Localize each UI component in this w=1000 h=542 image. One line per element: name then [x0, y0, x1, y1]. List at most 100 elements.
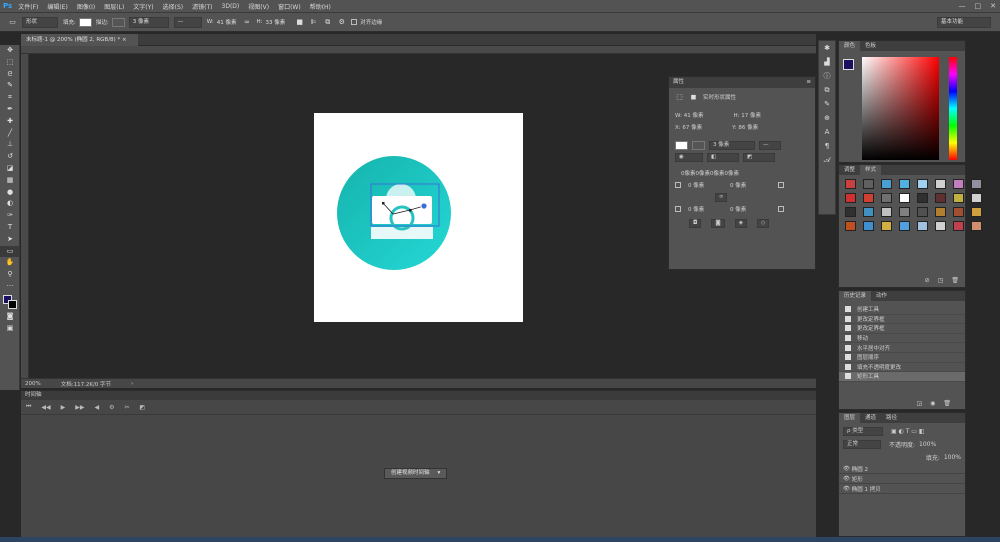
style-swatch[interactable] [935, 221, 946, 231]
next-frame-icon[interactable]: ▶▶ [75, 404, 84, 411]
style-swatch[interactable] [917, 193, 928, 203]
more-tools-icon[interactable]: ··· [0, 281, 20, 293]
trash-icon[interactable]: 🗑 [943, 400, 951, 407]
info-icon[interactable]: ⓘ [819, 69, 835, 83]
status-arrow-icon[interactable]: › [131, 381, 133, 387]
create-video-timeline-button[interactable]: 创建视频时间轴 ▾ [384, 468, 448, 479]
tab-layers[interactable]: 图层 [839, 413, 861, 423]
combine-icon[interactable]: ◘ [689, 218, 702, 228]
style-swatch[interactable] [917, 179, 928, 189]
w-value[interactable]: 41 像素 [217, 18, 237, 26]
hand-icon[interactable]: ✋ [0, 257, 20, 269]
stroke-align-select[interactable]: ◉ [675, 152, 703, 162]
quick-mask-icon[interactable]: ◙ [0, 311, 20, 323]
corner-bottom-left[interactable]: 0 像素 [688, 205, 726, 213]
align-edges-checkbox[interactable] [351, 19, 358, 25]
background-color[interactable] [8, 299, 17, 309]
dodge-icon[interactable]: ◐ [0, 198, 20, 210]
subtract-icon[interactable]: ◙ [711, 218, 725, 228]
style-swatch[interactable] [899, 193, 910, 203]
style-swatch[interactable] [881, 221, 892, 231]
paragraph-icon[interactable]: ¶ [819, 139, 835, 153]
anchor-point[interactable] [420, 202, 428, 210]
style-swatch[interactable] [899, 179, 910, 189]
color-field[interactable] [862, 57, 939, 160]
style-swatch[interactable] [845, 179, 856, 189]
path-arrange-icon[interactable]: ⧉ [323, 18, 332, 27]
link-corners-icon[interactable]: ∞ [715, 192, 727, 202]
style-swatch[interactable] [863, 221, 874, 231]
list-item[interactable]: 填充不透明度更改 [839, 363, 965, 373]
corner-bottom-right[interactable]: 0 像素 [730, 205, 774, 213]
menu-select[interactable]: 选择(S) [163, 2, 184, 11]
eye-icon[interactable]: 👁 [843, 476, 850, 482]
tab-channels[interactable]: 通道 [860, 413, 881, 423]
style-swatch[interactable] [899, 221, 910, 231]
stroke-join-select[interactable]: ◩ [743, 152, 775, 162]
fg-color-chip[interactable] [843, 59, 854, 70]
transition-icon[interactable]: ◩ [140, 404, 146, 411]
lasso-icon[interactable]: ᘓ [0, 69, 20, 81]
style-swatch[interactable] [971, 221, 982, 231]
snapshot-icon[interactable]: ◲ [916, 400, 922, 407]
glyphs-icon[interactable]: 𝒜 [819, 153, 835, 167]
tab-adjustments[interactable]: 调整 [839, 165, 860, 175]
style-swatch[interactable] [971, 207, 982, 217]
tool-preset-icon[interactable]: ▭ [8, 18, 17, 27]
intersect-icon[interactable]: ◈ [734, 218, 747, 228]
style-swatch[interactable] [881, 179, 892, 189]
clone-source-icon[interactable]: ⊕ [819, 111, 835, 125]
style-swatch[interactable] [953, 179, 964, 189]
x-field[interactable]: X: 67 像素 [675, 123, 702, 131]
style-swatch[interactable] [953, 207, 964, 217]
tab-paths[interactable]: 路径 [881, 413, 902, 423]
style-swatch[interactable] [845, 221, 856, 231]
marquee-icon[interactable]: ⬚ [0, 57, 20, 69]
corner-top-left[interactable]: 0 像素 [688, 181, 726, 189]
list-item[interactable]: 更改定界框 [839, 324, 965, 334]
eyedropper-icon[interactable]: ✒ [0, 104, 20, 116]
stroke-width-select[interactable]: 3 像素 [128, 16, 169, 28]
menu-3d[interactable]: 3D(D) [222, 3, 240, 10]
shape-mode-select[interactable]: 形状 [22, 16, 58, 28]
link-icon[interactable]: ∞ [242, 18, 251, 27]
stroke-swatch[interactable] [692, 140, 705, 150]
audio-icon[interactable]: ◀ [95, 404, 100, 411]
delete-style-icon[interactable]: ⊘ [925, 277, 930, 284]
menu-filter[interactable]: 滤镜(T) [192, 2, 212, 11]
gear-icon[interactable]: ⚙ [337, 18, 346, 27]
first-frame-icon[interactable]: ⏮ [26, 403, 31, 411]
properties-tab[interactable]: 属性 [673, 77, 684, 88]
menu-type[interactable]: 文字(Y) [133, 2, 153, 11]
style-swatch[interactable] [881, 193, 892, 203]
menu-layer[interactable]: 图层(L) [104, 2, 124, 11]
shape-icon[interactable]: ▭ [0, 245, 20, 258]
menu-edit[interactable]: 编辑(E) [47, 2, 67, 11]
style-swatch[interactable] [845, 193, 856, 203]
fill-swatch[interactable] [675, 140, 688, 150]
tab-color[interactable]: 颜色 [839, 41, 861, 51]
blur-icon[interactable]: ● [0, 187, 20, 199]
stamp-icon[interactable]: ⊥ [0, 139, 20, 151]
style-swatch[interactable] [899, 207, 910, 217]
move-icon[interactable]: ✥ [0, 45, 20, 57]
menu-window[interactable]: 窗口(W) [278, 2, 301, 11]
exclude-icon[interactable]: ◇ [756, 218, 770, 228]
tab-swatches[interactable]: 色板 [860, 41, 881, 51]
filter-icons[interactable]: ▣ ◐ T ▭ ◧ [891, 428, 925, 435]
document-canvas[interactable] [314, 113, 523, 322]
tab-actions[interactable]: 动作 [871, 291, 892, 301]
close-button[interactable]: ✕ [990, 2, 996, 10]
zoom-level[interactable]: 200% [25, 381, 41, 387]
tab-history[interactable]: 历史记录 [839, 291, 872, 301]
play-icon[interactable]: ▶ [61, 404, 66, 411]
eraser-icon[interactable]: ◪ [0, 163, 20, 175]
fill-swatch[interactable] [78, 17, 92, 27]
histogram-icon[interactable]: ▟ [819, 55, 835, 69]
doc-info[interactable]: 文档:117.2K/0 字节 [61, 380, 111, 388]
y-field[interactable]: Y: 86 像素 [732, 123, 758, 131]
tab-styles[interactable]: 样式 [860, 165, 882, 175]
split-icon[interactable]: ✂ [125, 404, 130, 411]
eye-icon[interactable]: 👁 [843, 466, 850, 472]
style-swatch[interactable] [863, 193, 874, 203]
